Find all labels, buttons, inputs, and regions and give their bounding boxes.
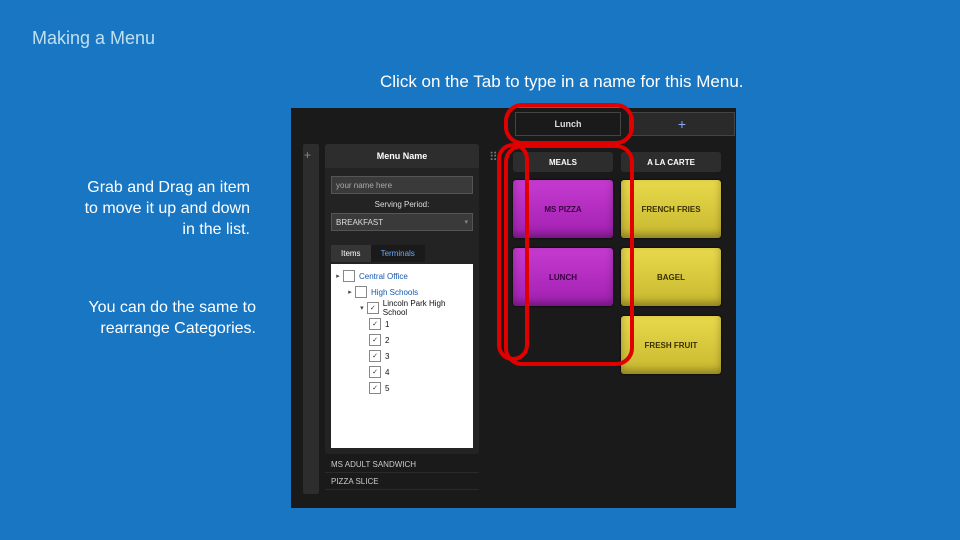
checkbox[interactable] (367, 302, 379, 314)
tree-leaf[interactable]: 2 (333, 332, 471, 348)
tile-ms-pizza[interactable]: MS PIZZA (513, 180, 613, 238)
tree-leaf[interactable]: 3 (333, 348, 471, 364)
category-alacarte[interactable]: A LA CARTE (621, 152, 721, 172)
instruction-top: Click on the Tab to type in a name for t… (380, 72, 744, 92)
menu-settings-panel: Menu Name your name here Serving Period:… (325, 144, 479, 454)
tree-node-central[interactable]: ▸ Central Office (333, 268, 471, 284)
tile-fries[interactable]: FRENCH FRIES (621, 180, 721, 238)
serving-period-select[interactable]: BREAKFAST ▾ (331, 213, 473, 231)
add-icon[interactable]: + (304, 148, 311, 162)
expand-icon[interactable]: ▸ (333, 272, 343, 280)
instruction-categories: You can do the same to rearrange Categor… (70, 298, 256, 340)
tab-add[interactable]: + (629, 112, 735, 136)
tree-node-school[interactable]: ▾ Lincoln Park High School (333, 300, 471, 316)
list-item[interactable]: MS ADULT SANDWICH (325, 456, 479, 473)
chevron-down-icon: ▾ (464, 218, 468, 226)
tree-node-highschools[interactable]: ▸ High Schools (333, 284, 471, 300)
checkbox[interactable] (343, 270, 355, 282)
tab-menu-name[interactable]: Lunch (515, 112, 621, 136)
checkbox[interactable] (369, 350, 381, 362)
menu-editor-app: Lunch + + ⠿ Menu Name your name here Ser… (291, 108, 736, 508)
tree-leaf[interactable]: 5 (333, 380, 471, 396)
item-list: MS ADULT SANDWICH PIZZA SLICE (325, 456, 479, 490)
terminals-tree: ▸ Central Office ▸ High Schools ▾ Lincol… (331, 264, 473, 448)
panel-heading: Menu Name (325, 144, 479, 168)
checkbox[interactable] (369, 382, 381, 394)
vertical-rail (303, 144, 319, 494)
expand-icon[interactable]: ▸ (345, 288, 355, 296)
menu-tabs: Lunch + (515, 108, 735, 136)
menu-name-input[interactable]: your name here (331, 176, 473, 194)
tile-fruit[interactable]: FRESH FRUIT (621, 316, 721, 374)
tree-leaf[interactable]: 1 (333, 316, 471, 332)
instruction-drag: Grab and Drag an item to move it up and … (80, 178, 250, 240)
checkbox[interactable] (369, 366, 381, 378)
checkbox[interactable] (369, 318, 381, 330)
expand-icon[interactable]: ▾ (357, 304, 367, 312)
subtabs: Items Terminals (331, 245, 473, 262)
category-meals[interactable]: MEALS (513, 152, 613, 172)
tile-lunch[interactable]: LUNCH (513, 248, 613, 306)
checkbox[interactable] (355, 286, 367, 298)
checkbox[interactable] (369, 334, 381, 346)
serving-period-label: Serving Period: (331, 200, 473, 209)
subtab-terminals[interactable]: Terminals (371, 245, 425, 262)
drag-handle-icon[interactable]: ⠿ (489, 150, 498, 164)
tile-bagel[interactable]: BAGEL (621, 248, 721, 306)
tree-leaf[interactable]: 4 (333, 364, 471, 380)
slide-title: Making a Menu (32, 28, 155, 49)
subtab-items[interactable]: Items (331, 245, 371, 262)
serving-period-value: BREAKFAST (336, 218, 383, 227)
list-item[interactable]: PIZZA SLICE (325, 473, 479, 490)
